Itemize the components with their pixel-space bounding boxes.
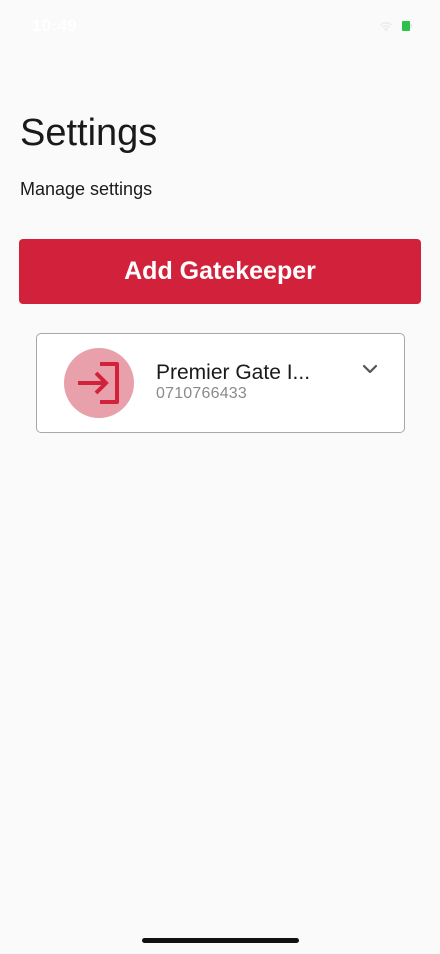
settings-screen: 10:49 Settings Manage settings Add Gatek… [0, 0, 440, 954]
add-gatekeeper-button[interactable]: Add Gatekeeper [19, 239, 421, 304]
wifi-icon [378, 20, 394, 32]
status-time: 10:49 [32, 16, 77, 35]
page-subtitle: Manage settings [20, 179, 153, 199]
chevron-down-icon[interactable] [358, 360, 382, 378]
home-indicator[interactable] [142, 938, 299, 943]
login-icon [74, 361, 124, 405]
gatekeeper-card[interactable]: Premier Gate I... 0710766433 [36, 333, 405, 433]
battery-icon [402, 20, 412, 32]
status-bar: 10:49 [0, 0, 440, 54]
page-title: Settings [20, 112, 158, 154]
gatekeeper-name: Premier Gate I... [156, 361, 311, 384]
status-icons [378, 20, 412, 32]
gatekeeper-phone: 0710766433 [156, 385, 247, 402]
gatekeeper-avatar [64, 348, 134, 418]
